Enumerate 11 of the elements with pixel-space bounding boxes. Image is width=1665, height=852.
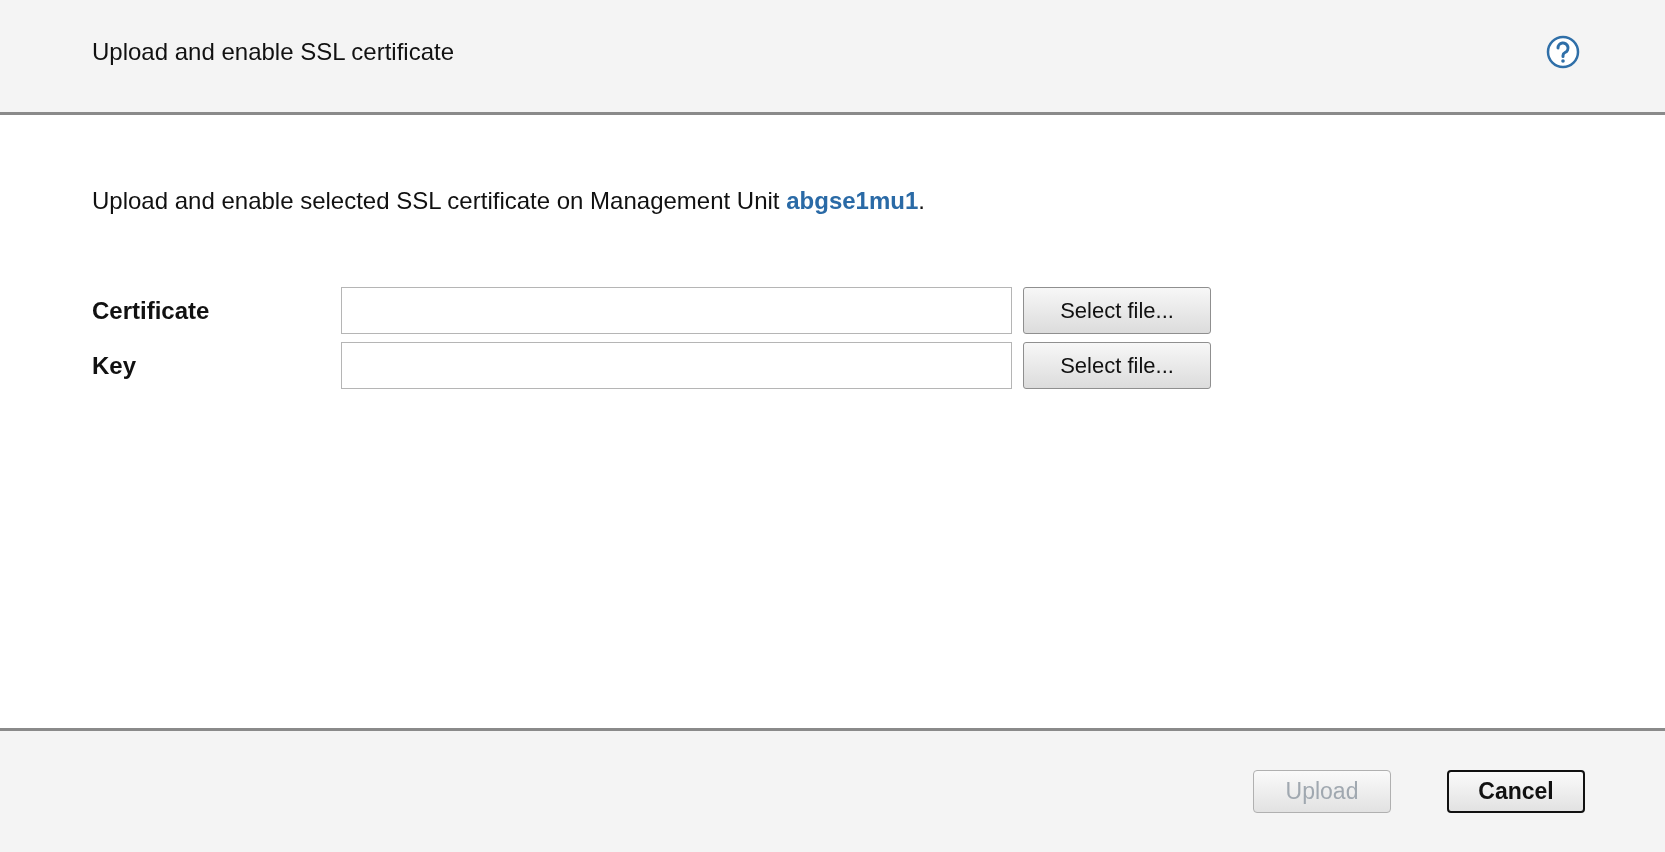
dialog-button[interactable]: Cancel	[1447, 770, 1585, 813]
dialog-title: Upload and enable SSL certificate	[92, 37, 454, 67]
description: Upload and enable selected SSL certificate on Management Unit abgse1mu1.	[92, 186, 926, 216]
select-file-button[interactable]: Select file...	[1023, 342, 1211, 389]
help-icon[interactable]	[1546, 35, 1580, 69]
field-label: Key	[92, 350, 138, 381]
file-path-field[interactable]	[341, 287, 1012, 334]
file-path-field[interactable]	[341, 342, 1012, 389]
unit-link[interactable]: abgse1mu1	[786, 187, 919, 214]
field-label: Certificate	[92, 295, 211, 326]
select-file-button[interactable]: Select file...	[1023, 287, 1211, 334]
